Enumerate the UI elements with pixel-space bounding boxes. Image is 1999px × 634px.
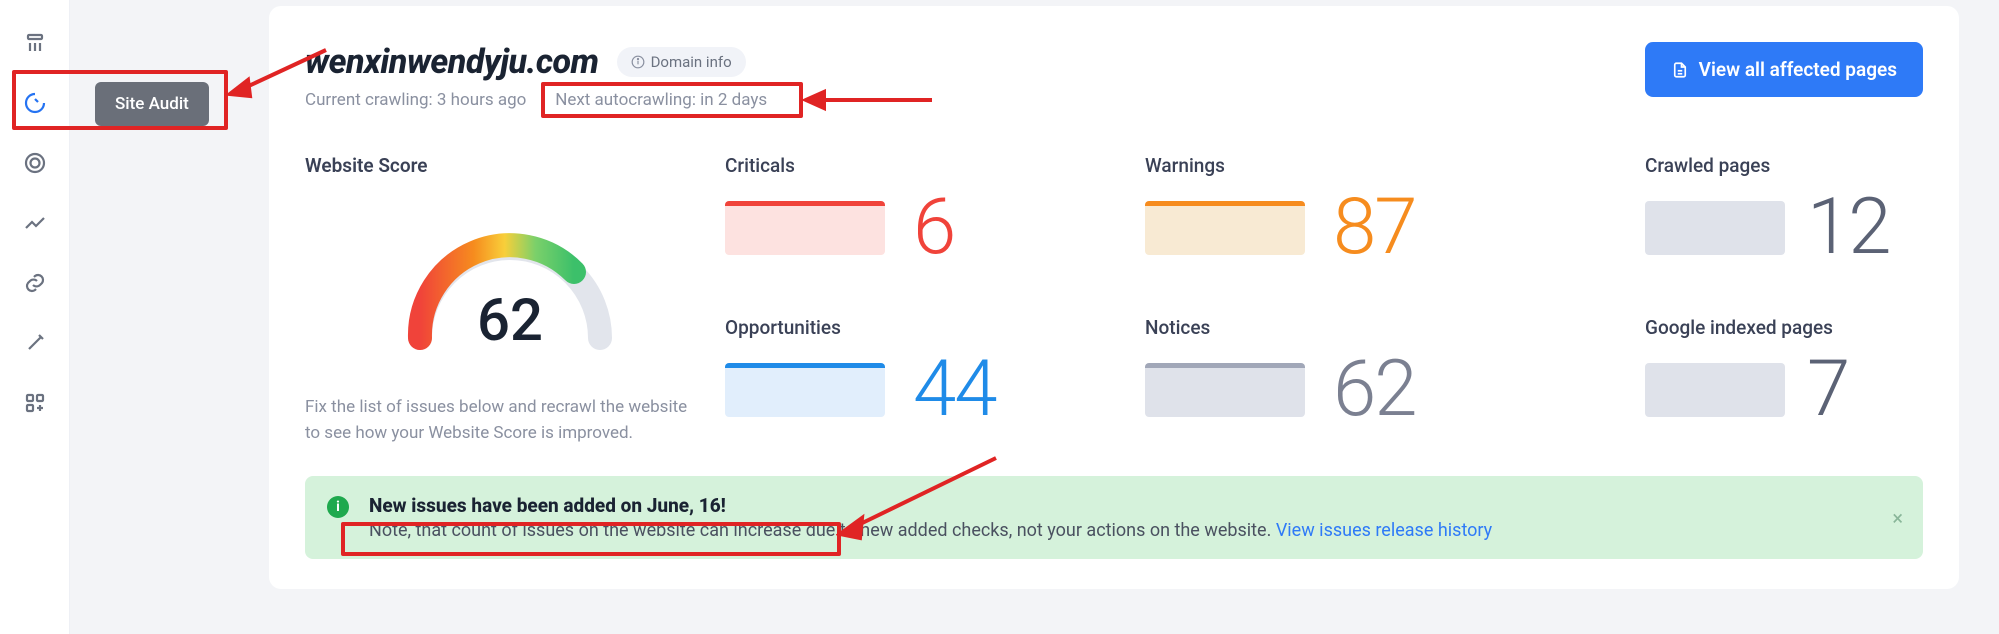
banner-title: New issues have been added on June, 16! [369,494,1873,517]
info-dot-icon: i [327,496,349,518]
new-issues-banner: i New issues have been added on June, 16… [305,476,1923,559]
info-icon [631,55,645,69]
warnings-bar [1145,201,1305,255]
opportunities-bar [725,363,885,417]
crawled-pages-metric[interactable]: Crawled pages 12 [1645,154,1945,284]
current-crawl-value: 3 hours ago [437,90,526,110]
notices-bar [1145,363,1305,417]
site-audit-tooltip: Site Audit [95,82,209,126]
notices-value: 62 [1333,351,1416,429]
target-icon[interactable] [22,150,48,176]
website-score-metric: Website Score [305,154,715,446]
notices-label: Notices [1145,316,1635,339]
crawled-label: Crawled pages [1645,154,1945,177]
criticals-bar [725,201,885,255]
domain-info-label: Domain info [651,53,732,71]
domain-title: wenxinwendyju.com [305,42,599,82]
criticals-label: Criticals [725,154,1135,177]
banner-link[interactable]: View issues release history [1276,520,1492,541]
crawl-status-line: Current crawling: 3 hours ago Next autoc… [305,90,767,110]
indexed-pages-metric[interactable]: Google indexed pages 7 [1645,316,1945,446]
next-crawl-value: in 2 days [700,90,767,110]
warnings-value: 87 [1333,189,1416,267]
criticals-metric[interactable]: Criticals 6 [725,154,1135,284]
view-all-affected-button[interactable]: View all affected pages [1645,42,1923,97]
score-label: Website Score [305,154,715,177]
crawled-value: 12 [1807,189,1890,267]
banner-text-row: Note, that count of issues on the websit… [369,520,1873,541]
banner-text: Note, that count of issues on the websit… [369,520,1276,541]
left-nav-rail [0,0,70,634]
crawled-bar [1645,201,1785,255]
score-value: 62 [477,287,543,355]
criticals-value: 6 [913,189,954,267]
apps-icon[interactable] [22,390,48,416]
indexed-bar [1645,363,1785,417]
main-content-card: wenxinwendyju.com Domain info Current cr… [269,6,1959,589]
next-crawl-label: Next autocrawling: [555,90,696,110]
notices-metric[interactable]: Notices 62 [1145,316,1635,446]
opportunities-metric[interactable]: Opportunities 44 [725,316,1135,446]
view-all-label: View all affected pages [1699,58,1897,81]
trend-icon[interactable] [22,210,48,236]
opportunities-value: 44 [913,351,996,429]
current-crawl-label: Current crawling: [305,90,433,110]
score-gauge: 62 [385,208,635,368]
dashboard-icon[interactable] [22,30,48,56]
indexed-value: 7 [1807,351,1848,429]
document-icon [1671,61,1689,79]
indexed-label: Google indexed pages [1645,316,1945,339]
warnings-label: Warnings [1145,154,1635,177]
link-icon[interactable] [22,270,48,296]
domain-info-pill[interactable]: Domain info [617,47,746,77]
opportunities-label: Opportunities [725,316,1135,339]
score-description: Fix the list of issues below and recrawl… [305,395,705,446]
banner-close-button[interactable]: × [1892,506,1903,530]
magic-wand-icon[interactable] [22,330,48,356]
warnings-metric[interactable]: Warnings 87 [1145,154,1635,284]
site-audit-icon[interactable] [22,90,48,116]
